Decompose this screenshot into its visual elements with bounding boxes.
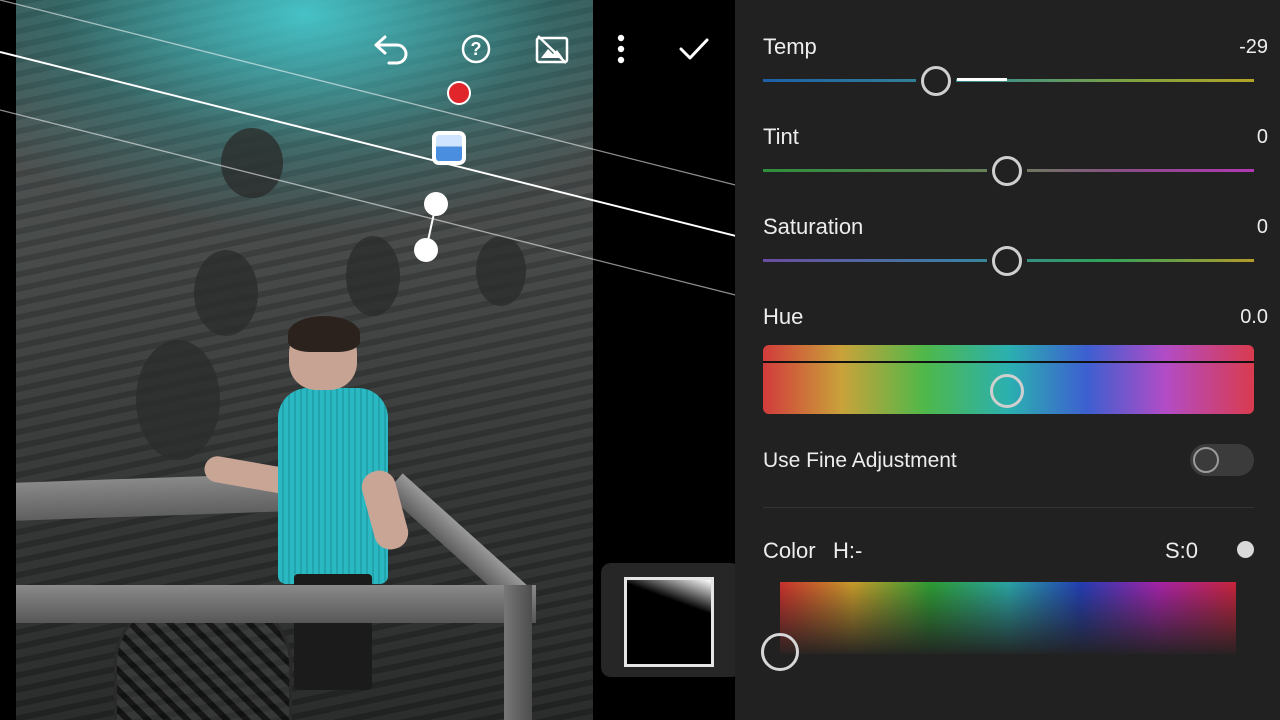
tint-value: 0 [1256, 126, 1268, 148]
saturation-label: Saturation [763, 214, 864, 239]
color-saturation-readout: S:0 [1165, 538, 1199, 563]
person-hair [288, 316, 360, 352]
toggle-knob [1193, 447, 1219, 473]
done-button[interactable] [673, 28, 715, 70]
gradient-icon [436, 135, 462, 161]
temp-slider-track[interactable] [763, 79, 1254, 82]
tree-shape [136, 340, 220, 460]
tree-shape [221, 128, 283, 198]
undo-button[interactable] [370, 28, 412, 70]
color-label: Color [763, 538, 816, 563]
color-picker-field[interactable] [780, 582, 1236, 654]
mask-preview-panel [601, 563, 741, 677]
saturation-slider-thumb[interactable] [992, 246, 1022, 276]
tree-shape [194, 250, 258, 336]
section-divider [763, 507, 1254, 508]
mask-rotation-handle[interactable] [424, 192, 448, 216]
railing-bottom [16, 585, 536, 623]
hue-reference-line [763, 361, 1254, 363]
temp-label: Temp [763, 34, 817, 59]
mask-rotation-handle-end[interactable] [414, 238, 438, 262]
help-icon: ? [461, 34, 491, 64]
saturation-value: 0 [1256, 216, 1268, 238]
color-picker-thumb[interactable] [761, 633, 799, 671]
hue-label: Hue [763, 304, 804, 329]
hue-slider-thumb[interactable] [990, 374, 1024, 408]
temp-slider-delta [957, 78, 1007, 81]
tree-shape [476, 236, 526, 306]
color-hue-readout: H:- [833, 538, 863, 563]
photo-canvas[interactable] [16, 0, 593, 720]
more-options-button[interactable] [600, 28, 642, 70]
railing-post [504, 585, 532, 720]
color-swatch-dot[interactable] [1237, 541, 1254, 558]
checkmark-icon [679, 38, 709, 60]
more-vertical-icon [617, 34, 625, 64]
mask-adjust-handle[interactable] [432, 131, 466, 165]
fine-adjustment-label: Use Fine Adjustment [763, 449, 957, 472]
tree-shape [346, 236, 400, 316]
fine-adjustment-toggle[interactable] [1190, 444, 1254, 476]
mask-preview-thumbnail[interactable] [624, 577, 714, 667]
help-button[interactable]: ? [455, 28, 497, 70]
tint-slider-thumb[interactable] [992, 156, 1022, 186]
color-adjust-panel: Temp -29 Tint 0 Saturation 0 Hue 0.0 Use… [735, 0, 1280, 720]
temp-slider-thumb[interactable] [921, 66, 951, 96]
tint-label: Tint [763, 124, 799, 149]
temp-value: -29 [1239, 36, 1268, 58]
undo-icon [374, 35, 408, 65]
mask-pin-handle[interactable] [447, 81, 471, 105]
mask-overlay-toggle-button[interactable] [531, 28, 573, 70]
mask-visibility-off-icon [535, 35, 569, 64]
hue-value: 0.0 [1240, 306, 1268, 328]
svg-text:?: ? [471, 39, 482, 59]
